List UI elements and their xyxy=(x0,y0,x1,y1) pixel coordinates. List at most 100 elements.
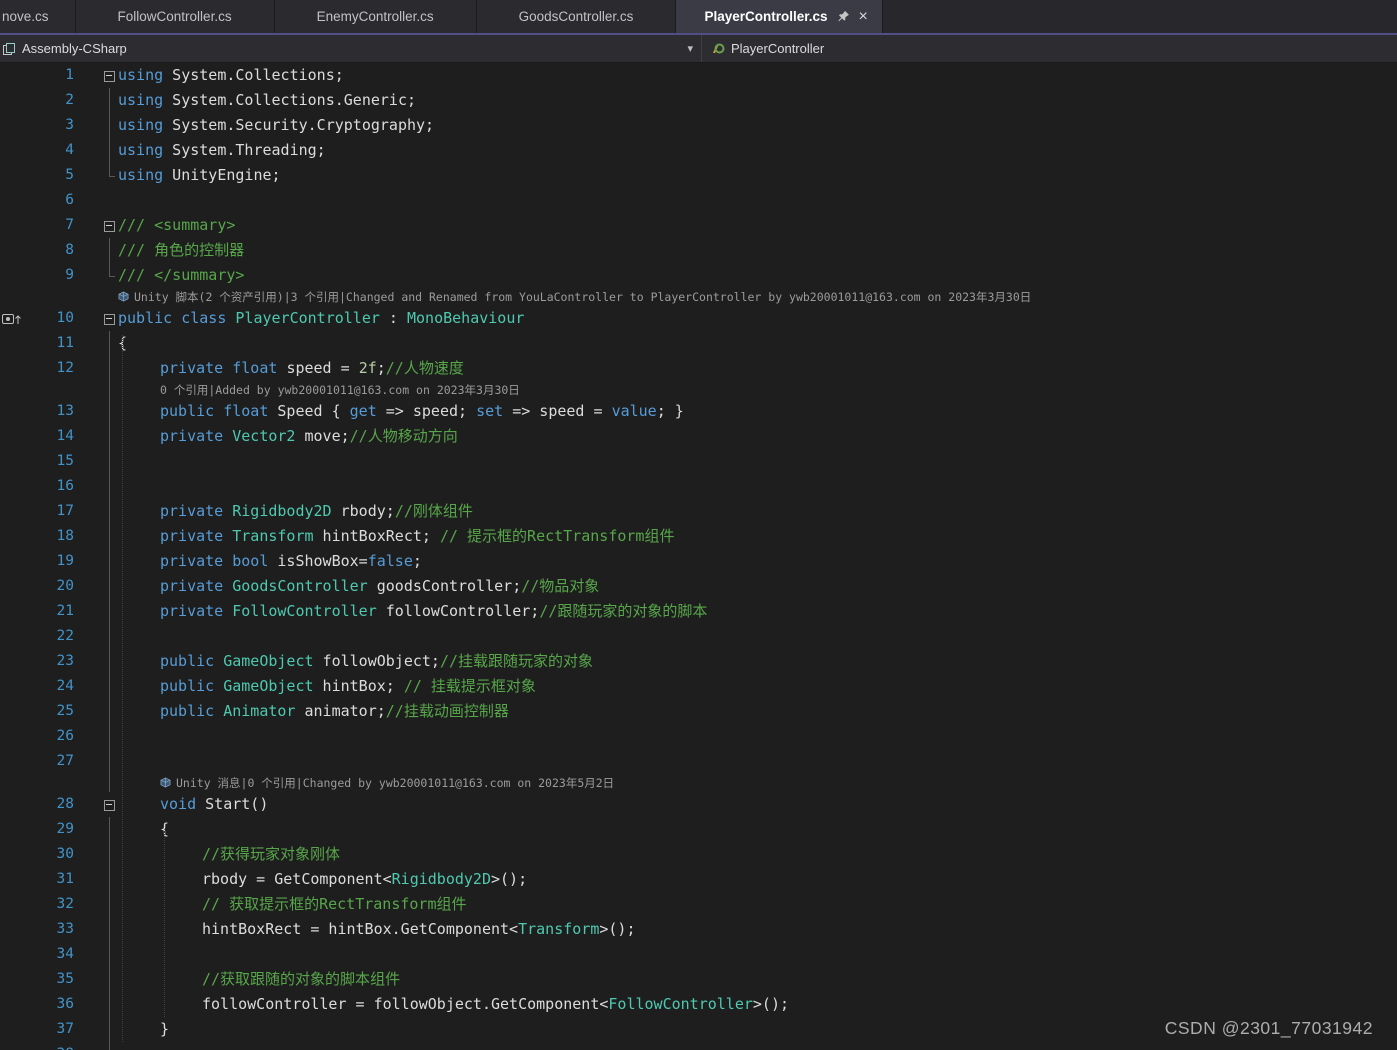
code-line[interactable]: 24 public GameObject hintBox; // 挂载提示框对象 xyxy=(0,674,1397,699)
glyph-margin xyxy=(0,238,30,263)
code-line[interactable]: 36 followController = followObject.GetCom… xyxy=(0,992,1397,1017)
code-line[interactable]: 22 xyxy=(0,624,1397,649)
selection-margin xyxy=(74,942,102,967)
line-number: 6 xyxy=(65,192,74,208)
code-line[interactable]: 29 { xyxy=(0,817,1397,842)
fold-guide xyxy=(102,574,118,599)
glyph-margin xyxy=(0,399,30,424)
codelens-row[interactable]: Unity 脚本(2 个资产引用)|3 个引用|Changed and Rena… xyxy=(0,288,1397,306)
tab-followcontroller-cs[interactable]: FollowController.cs xyxy=(75,0,275,33)
code-line[interactable]: 23 public GameObject followObject;//挂载跟随玩… xyxy=(0,649,1397,674)
code-line[interactable]: 6 xyxy=(0,188,1397,213)
tab-enemycontroller-cs[interactable]: EnemyController.cs xyxy=(274,0,477,33)
line-number: 34 xyxy=(56,946,74,962)
code-line[interactable]: 18 private Transform hintBoxRect; // 提示框的… xyxy=(0,524,1397,549)
fold-guide xyxy=(102,263,118,288)
code-editor[interactable]: 1 using System.Collections; 2 using System.… xyxy=(0,63,1397,1050)
selection-margin xyxy=(74,63,102,88)
symbol-dropdown[interactable]: PlayerController xyxy=(702,35,1397,62)
line-number: 30 xyxy=(56,846,74,862)
token-pl: animator; xyxy=(295,702,386,720)
code-line[interactable]: 19 private bool isShowBox=false; xyxy=(0,549,1397,574)
selection-margin xyxy=(74,138,102,163)
glyph-margin xyxy=(0,356,30,381)
glyph-margin xyxy=(0,699,30,724)
tab-playercontroller-cs[interactable]: PlayerController.cs × xyxy=(676,0,883,33)
fold-guide xyxy=(102,699,118,724)
codelens-row[interactable]: Unity 消息|0 个引用|Changed by ywb20001011@16… xyxy=(0,774,1397,792)
close-icon[interactable]: × xyxy=(859,8,868,25)
code-line[interactable]: 25 public Animator animator;//挂载动画控制器 xyxy=(0,699,1397,724)
token-ty: GoodsController xyxy=(232,577,368,595)
code-content: Unity 脚本(2 个资产引用)|3 个引用|Changed and Rena… xyxy=(118,288,1397,306)
tab-nove-cs[interactable]: nove.cs xyxy=(0,0,76,33)
token-pl: move; xyxy=(295,427,350,445)
token-ty: Rigidbody2D xyxy=(391,870,491,888)
token-kw: private xyxy=(160,427,233,445)
code-line[interactable]: 31 rbody = GetComponent<Rigidbody2D>(); xyxy=(0,867,1397,892)
selection-margin xyxy=(74,356,102,381)
code-line[interactable]: 17 private Rigidbody2D rbody;//刚体组件 xyxy=(0,499,1397,524)
line-number: 10 xyxy=(56,310,74,326)
code-line[interactable]: 16 xyxy=(0,474,1397,499)
selection-margin xyxy=(74,917,102,942)
glyph-margin xyxy=(0,574,30,599)
code-line[interactable]: 10 public class PlayerController : MonoBe… xyxy=(0,306,1397,331)
code-line[interactable]: 27 xyxy=(0,749,1397,774)
code-content: 0 个引用|Added by ywb20001011@163.com on 20… xyxy=(118,381,1397,399)
selection-margin xyxy=(74,792,102,817)
code-line[interactable]: 32 // 获取提示框的RectTransform组件 xyxy=(0,892,1397,917)
token-pl: rbody; xyxy=(331,502,395,520)
glyph-margin xyxy=(0,992,30,1017)
project-dropdown[interactable]: Assembly-CSharp ▾ xyxy=(0,35,702,62)
code-line[interactable]: 20 private GoodsController goodsControlle… xyxy=(0,574,1397,599)
selection-margin xyxy=(74,163,102,188)
code-line[interactable]: 14 private Vector2 move;//人物移动方向 xyxy=(0,424,1397,449)
fold-guide xyxy=(102,917,118,942)
code-line[interactable]: 28 void Start() xyxy=(0,792,1397,817)
code-line[interactable]: 12 private float speed = 2f;//人物速度 xyxy=(0,356,1397,381)
code-line[interactable]: 35 //获取跟随的对象的脚本组件 xyxy=(0,967,1397,992)
fold-guide xyxy=(102,238,118,263)
code-line[interactable]: 9 /// </summary> xyxy=(0,263,1397,288)
code-line[interactable]: 30 //获得玩家对象刚体 xyxy=(0,842,1397,867)
project-icon xyxy=(2,42,16,56)
fold-guide xyxy=(102,674,118,699)
token-cl: Unity 脚本(2 个资产引用)|3 个引用|Changed and Rena… xyxy=(134,290,1032,304)
code-line[interactable]: 3 using System.Security.Cryptography; xyxy=(0,113,1397,138)
code-line[interactable]: 7 /// <summary> xyxy=(0,213,1397,238)
token-ty: GameObject xyxy=(223,677,314,695)
selection-margin xyxy=(74,524,102,549)
code-line[interactable]: 33 hintBoxRect = hintBox.GetComponent<Tra… xyxy=(0,917,1397,942)
token-pl: ; } xyxy=(656,402,684,420)
code-line[interactable]: 15 xyxy=(0,449,1397,474)
pin-icon[interactable] xyxy=(837,10,850,23)
code-line[interactable]: 13 public float Speed { get => speed; set… xyxy=(0,399,1397,424)
fold-collapse-icon[interactable] xyxy=(102,792,118,817)
code-line[interactable]: 1 using System.Collections; xyxy=(0,63,1397,88)
codelens-row[interactable]: 0 个引用|Added by ywb20001011@163.com on 20… xyxy=(0,381,1397,399)
code-line[interactable]: 38 xyxy=(0,1042,1397,1050)
code-line[interactable]: 4 using System.Threading; xyxy=(0,138,1397,163)
code-content: public GameObject hintBox; // 挂载提示框对象 xyxy=(118,674,1397,699)
selection-margin xyxy=(74,599,102,624)
fold-collapse-icon[interactable] xyxy=(102,63,118,88)
token-cm: //挂载动画控制器 xyxy=(385,702,509,720)
fold-collapse-icon[interactable] xyxy=(102,306,118,331)
code-line[interactable]: 5 using UnityEngine; xyxy=(0,163,1397,188)
token-pl: Start() xyxy=(205,795,269,813)
token-pl: System.Collections; xyxy=(163,66,344,84)
code-line[interactable]: 34 xyxy=(0,942,1397,967)
selection-margin xyxy=(74,424,102,449)
glyph-margin xyxy=(0,724,30,749)
code-line[interactable]: 11 { xyxy=(0,331,1397,356)
fold-collapse-icon[interactable] xyxy=(102,213,118,238)
code-line[interactable]: 21 private FollowController followControl… xyxy=(0,599,1397,624)
project-name: Assembly-CSharp xyxy=(22,41,127,56)
code-line[interactable]: 26 xyxy=(0,724,1397,749)
code-line[interactable]: 8 /// 角色的控制器 xyxy=(0,238,1397,263)
tab-goodscontroller-cs[interactable]: GoodsController.cs xyxy=(476,0,677,33)
code-content: private bool isShowBox=false; xyxy=(118,549,1397,574)
glyph-margin xyxy=(0,499,30,524)
code-line[interactable]: 2 using System.Collections.Generic; xyxy=(0,88,1397,113)
